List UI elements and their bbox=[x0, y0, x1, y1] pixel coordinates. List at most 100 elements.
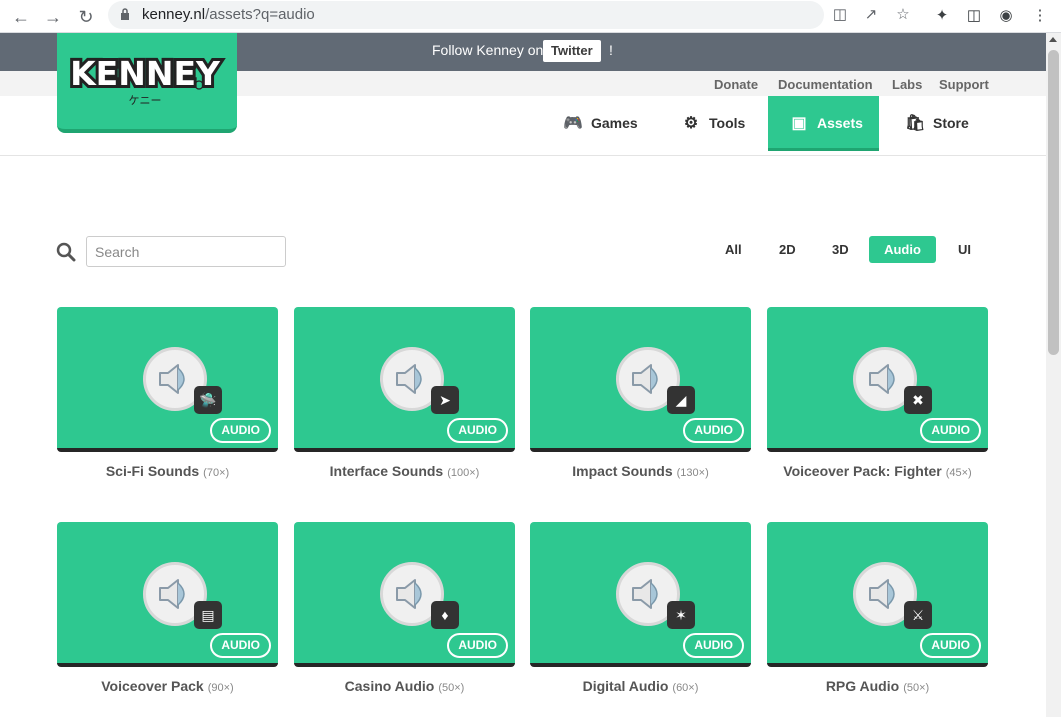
asset-name: Impact Sounds bbox=[572, 463, 673, 479]
asset-count: (70×) bbox=[203, 467, 230, 479]
ufo-icon: 🛸 bbox=[194, 386, 222, 414]
nav-games-label: Games bbox=[591, 115, 638, 131]
filter-3d[interactable]: 3D bbox=[818, 236, 863, 263]
nav-games[interactable]: 🎮 Games bbox=[563, 96, 638, 151]
audio-tag: AUDIO bbox=[683, 633, 744, 658]
playing-card-icon: ♦ bbox=[431, 601, 459, 629]
follow-text: Follow Kenney on bbox=[432, 42, 544, 58]
asset-thumbnail[interactable]: ✖ AUDIO bbox=[767, 307, 988, 452]
filter-ui[interactable]: UI bbox=[944, 236, 985, 263]
asset-card[interactable]: 🛸 AUDIO Sci-Fi Sounds (70×) bbox=[57, 307, 278, 479]
asset-count: (90×) bbox=[207, 682, 234, 694]
asset-name: RPG Audio bbox=[825, 678, 900, 694]
logo-graphic: KENNEY KENNEY ケニー bbox=[67, 51, 224, 107]
scroll-up-icon[interactable] bbox=[1049, 37, 1057, 42]
asset-title[interactable]: Digital Audio (60×) bbox=[530, 678, 751, 694]
audio-tag: AUDIO bbox=[447, 633, 508, 658]
asset-title[interactable]: Sci-Fi Sounds (70×) bbox=[57, 463, 278, 479]
asset-name: Sci-Fi Sounds bbox=[105, 463, 200, 479]
asset-thumbnail[interactable]: ⚔ AUDIO bbox=[767, 522, 988, 667]
asset-name: Voiceover Pack: Fighter bbox=[783, 463, 942, 479]
nav-assets[interactable]: ▣ Assets bbox=[768, 96, 879, 151]
asset-card[interactable]: ➤ AUDIO Interface Sounds (100×) bbox=[294, 307, 515, 479]
twitter-button[interactable]: Twitter bbox=[543, 40, 601, 62]
scrollbar[interactable] bbox=[1046, 33, 1061, 717]
asset-count: (45×) bbox=[945, 467, 972, 479]
back-icon[interactable]: ← bbox=[10, 6, 32, 28]
nav-tools[interactable]: ⚙ Tools bbox=[681, 96, 745, 151]
asset-title[interactable]: Voiceover Pack (90×) bbox=[57, 678, 278, 694]
url-path: /assets?q=audio bbox=[205, 6, 315, 23]
asset-count: (130×) bbox=[676, 467, 709, 479]
asset-title[interactable]: RPG Audio (50×) bbox=[767, 678, 988, 694]
asset-card[interactable]: ✖ AUDIO Voiceover Pack: Fighter (45×) bbox=[767, 307, 988, 479]
asset-title[interactable]: Interface Sounds (100×) bbox=[294, 463, 515, 479]
extensions-icon[interactable]: ✦ bbox=[932, 6, 952, 26]
asset-thumbnail[interactable]: ♦ AUDIO bbox=[294, 522, 515, 667]
asset-title[interactable]: Impact Sounds (130×) bbox=[530, 463, 751, 479]
star-ticket-icon: ✶ bbox=[667, 601, 695, 629]
logo-subtext: ケニー bbox=[129, 94, 162, 107]
documentation-link[interactable]: Documentation bbox=[778, 77, 873, 92]
asset-card[interactable]: ⚔ AUDIO RPG Audio (50×) bbox=[767, 522, 988, 694]
filter-all[interactable]: All bbox=[711, 236, 756, 263]
lock-icon bbox=[121, 8, 129, 20]
search-input[interactable] bbox=[86, 236, 286, 267]
asset-count: (50×) bbox=[438, 682, 465, 694]
url-host: kenney.nl bbox=[142, 6, 206, 23]
audio-tag: AUDIO bbox=[920, 633, 981, 658]
asset-thumbnail[interactable]: ➤ AUDIO bbox=[294, 307, 515, 452]
scroll-thumb[interactable] bbox=[1048, 50, 1059, 355]
search-icon[interactable] bbox=[56, 242, 76, 262]
gamepad-icon: 🎮 bbox=[563, 115, 583, 132]
audio-tag: AUDIO bbox=[210, 633, 271, 658]
translate-icon[interactable]: ◫ bbox=[830, 5, 850, 25]
asset-name: Interface Sounds bbox=[329, 463, 444, 479]
audio-tag: AUDIO bbox=[447, 418, 508, 443]
bookmark-star-icon[interactable]: ☆ bbox=[893, 5, 913, 25]
crossed-swords-icon: ⚔ bbox=[904, 601, 932, 629]
donate-link[interactable]: Donate bbox=[714, 77, 758, 92]
asset-count: (60×) bbox=[672, 682, 699, 694]
asset-name: Digital Audio bbox=[582, 678, 669, 694]
filter-audio[interactable]: Audio bbox=[869, 236, 936, 263]
asset-card[interactable]: ✶ AUDIO Digital Audio (60×) bbox=[530, 522, 751, 694]
support-link[interactable]: Support bbox=[939, 77, 989, 92]
cross-icon: ✖ bbox=[904, 386, 932, 414]
cursor-icon: ➤ bbox=[431, 386, 459, 414]
menu-dots-icon[interactable]: ⋮ bbox=[1030, 6, 1050, 26]
asset-name: Casino Audio bbox=[344, 678, 435, 694]
asset-thumbnail[interactable]: 🛸 AUDIO bbox=[57, 307, 278, 452]
reload-icon[interactable]: ↻ bbox=[75, 6, 97, 28]
image-icon: ▣ bbox=[791, 115, 807, 132]
share-icon[interactable]: ↗ bbox=[861, 5, 881, 25]
labs-link[interactable]: Labs bbox=[892, 77, 922, 92]
asset-card[interactable]: ♦ AUDIO Casino Audio (50×) bbox=[294, 522, 515, 694]
asset-title[interactable]: Voiceover Pack: Fighter (45×) bbox=[767, 463, 988, 479]
asset-thumbnail[interactable]: ✶ AUDIO bbox=[530, 522, 751, 667]
impact-icon: ◢ bbox=[667, 386, 695, 414]
asset-title[interactable]: Casino Audio (50×) bbox=[294, 678, 515, 694]
shopping-bag-icon: 🛍 bbox=[905, 115, 926, 132]
nav-assets-label: Assets bbox=[817, 115, 863, 131]
audio-tag: AUDIO bbox=[920, 418, 981, 443]
logo-text: KENNEY bbox=[70, 54, 221, 93]
forward-icon[interactable]: → bbox=[42, 6, 64, 28]
nav-store-label: Store bbox=[933, 115, 969, 131]
asset-card[interactable]: ▤ AUDIO Voiceover Pack (90×) bbox=[57, 522, 278, 694]
asset-card[interactable]: ◢ AUDIO Impact Sounds (130×) bbox=[530, 307, 751, 479]
filter-2d[interactable]: 2D bbox=[765, 236, 810, 263]
asset-name: Voiceover Pack bbox=[101, 678, 204, 694]
speech-bubble-icon: ▤ bbox=[194, 601, 222, 629]
kenney-logo[interactable]: KENNEY KENNEY ケニー bbox=[57, 33, 237, 133]
gear-icon: ⚙ bbox=[683, 115, 699, 132]
profile-icon[interactable]: ◉ bbox=[996, 6, 1016, 26]
asset-thumbnail[interactable]: ◢ AUDIO bbox=[530, 307, 751, 452]
side-panel-icon[interactable]: ◫ bbox=[964, 6, 984, 26]
nav-store[interactable]: 🛍 Store bbox=[905, 96, 969, 151]
asset-thumbnail[interactable]: ▤ AUDIO bbox=[57, 522, 278, 667]
asset-count: (50×) bbox=[903, 682, 930, 694]
address-bar[interactable]: kenney.nl/assets?q=audio ◫ ↗ ☆ bbox=[108, 1, 910, 29]
audio-tag: AUDIO bbox=[210, 418, 271, 443]
browser-toolbar: ← → ↻ kenney.nl/assets?q=audio ◫ ↗ ☆ ✦ ◫… bbox=[0, 0, 1061, 33]
